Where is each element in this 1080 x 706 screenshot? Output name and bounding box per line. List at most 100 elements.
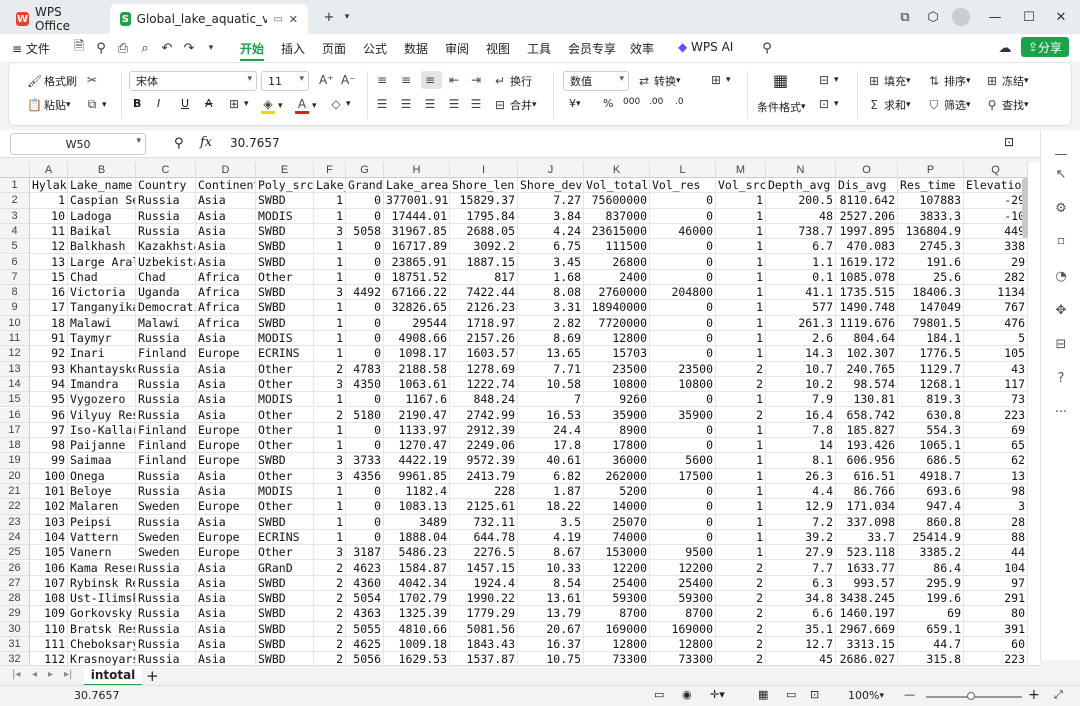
table-cell[interactable]: 3.5: [518, 514, 584, 530]
table-cell[interactable]: Finland: [136, 346, 196, 362]
table-cell[interactable]: Asia: [196, 606, 256, 622]
table-cell[interactable]: 1990.22: [450, 591, 518, 607]
table-cell[interactable]: Other: [256, 376, 314, 393]
table-cell[interactable]: 10.7: [766, 361, 836, 377]
table-cell[interactable]: 4625: [346, 637, 384, 653]
table-cell[interactable]: 577: [766, 300, 836, 316]
table-cell[interactable]: 27.9: [766, 545, 836, 561]
header-cell[interactable]: Shore_dev: [518, 178, 584, 194]
table-cell[interactable]: 104: [30, 529, 68, 546]
table-cell[interactable]: 1490.748: [836, 300, 898, 316]
table-cell[interactable]: 0: [346, 269, 384, 286]
menu-member[interactable]: 会员专享: [568, 40, 616, 57]
table-cell[interactable]: Asia: [196, 254, 256, 270]
table-cell[interactable]: Europe: [196, 438, 256, 454]
table-cell[interactable]: Russia: [136, 331, 196, 347]
table-cell[interactable]: 99: [30, 453, 68, 469]
align-center-button[interactable]: ☰: [399, 97, 416, 111]
row-header[interactable]: 28: [0, 591, 30, 607]
column-header-l[interactable]: L: [650, 162, 716, 178]
table-cell[interactable]: 1: [314, 300, 346, 316]
chart-icon[interactable]: ◔: [1051, 266, 1071, 286]
header-cell[interactable]: Elevation: [964, 178, 1028, 194]
table-cell[interactable]: Russia: [136, 560, 196, 576]
table-cell[interactable]: 1: [716, 392, 766, 408]
table-cell[interactable]: 0: [346, 422, 384, 439]
table-cell[interactable]: 1603.57: [450, 346, 518, 362]
table-cell[interactable]: 1: [716, 346, 766, 362]
number-format-select[interactable]: 数值 ▾: [563, 71, 629, 91]
table-cell[interactable]: 1.1: [766, 254, 836, 270]
table-cell[interactable]: 2: [314, 637, 346, 653]
column-header-c[interactable]: C: [136, 162, 196, 178]
table-cell[interactable]: 3733: [346, 453, 384, 469]
table-cell[interactable]: 1: [314, 392, 346, 408]
table-cell[interactable]: 110: [30, 621, 68, 637]
table-cell[interactable]: 0: [650, 239, 716, 255]
new-tab-icon[interactable]: +: [320, 8, 338, 26]
table-cell[interactable]: 0: [650, 269, 716, 286]
table-cell[interactable]: 616.51: [836, 468, 898, 484]
table-cell[interactable]: Large Aral: [68, 254, 136, 270]
table-cell[interactable]: 17: [30, 300, 68, 316]
table-cell[interactable]: 100: [30, 468, 68, 484]
table-cell[interactable]: 4.19: [518, 529, 584, 546]
table-cell[interactable]: 2688.05: [450, 223, 518, 240]
table-cell[interactable]: 20.67: [518, 621, 584, 637]
table-cell[interactable]: 1: [314, 484, 346, 500]
table-cell[interactable]: 1: [716, 545, 766, 561]
table-cell[interactable]: 17444.01: [384, 208, 450, 224]
table-cell[interactable]: 291: [964, 591, 1028, 607]
table-cell[interactable]: Russia: [136, 361, 196, 377]
table-cell[interactable]: 1: [30, 193, 68, 209]
row-header[interactable]: 13: [0, 361, 30, 377]
distribute-button[interactable]: ☰: [469, 97, 486, 111]
table-cell[interactable]: 606.956: [836, 453, 898, 469]
row-header[interactable]: 31: [0, 637, 30, 653]
book-icon[interactable]: ⊟: [1051, 334, 1071, 354]
undo-icon[interactable]: ↶: [158, 39, 176, 57]
table-cell[interactable]: 3: [314, 285, 346, 301]
table-cell[interactable]: Taymyr: [68, 331, 136, 347]
table-cell[interactable]: 1: [314, 269, 346, 286]
table-cell[interactable]: Other: [256, 422, 314, 439]
row-header[interactable]: 22: [0, 499, 30, 515]
table-cell[interactable]: 44.7: [898, 637, 964, 653]
header-cell[interactable]: Dis_avg: [836, 178, 898, 194]
table-cell[interactable]: 3.31: [518, 300, 584, 316]
row-header[interactable]: 25: [0, 545, 30, 561]
table-cell[interactable]: 1: [314, 193, 346, 209]
table-cell[interactable]: 16.53: [518, 407, 584, 423]
column-header-h[interactable]: H: [384, 162, 450, 178]
table-cell[interactable]: 36000: [584, 453, 650, 469]
table-cell[interactable]: 2: [716, 621, 766, 637]
row-header[interactable]: 5: [0, 239, 30, 255]
table-cell[interactable]: 1: [314, 438, 346, 454]
table-cell[interactable]: 1: [716, 331, 766, 347]
table-cell[interactable]: 0: [346, 239, 384, 255]
table-cell[interactable]: 2527.206: [836, 208, 898, 224]
table-cell[interactable]: 0: [346, 499, 384, 515]
table-cell[interactable]: 204800: [650, 285, 716, 301]
table-cell[interactable]: Other: [256, 361, 314, 377]
table-cell[interactable]: 12200: [584, 560, 650, 576]
table-cell[interactable]: Asia: [196, 223, 256, 240]
table-cell[interactable]: 92: [30, 346, 68, 362]
menu-formula[interactable]: 公式: [363, 40, 387, 57]
table-cell[interactable]: Baikal: [68, 223, 136, 240]
table-cell[interactable]: 1133.97: [384, 422, 450, 439]
table-cell[interactable]: 10.2: [766, 376, 836, 393]
table-cell[interactable]: 79801.5: [898, 315, 964, 331]
table-cell[interactable]: 1: [716, 285, 766, 301]
table-cell[interactable]: 2: [314, 575, 346, 592]
table-cell[interactable]: 169000: [650, 621, 716, 637]
row-header[interactable]: 23: [0, 514, 30, 530]
table-cell[interactable]: 0: [650, 514, 716, 530]
table-cell[interactable]: 67166.22: [384, 285, 450, 301]
file-menu[interactable]: ≡ 文件: [12, 40, 50, 57]
table-cell[interactable]: 5054: [346, 591, 384, 607]
table-cell[interactable]: 7: [518, 392, 584, 408]
table-cell[interactable]: Russia: [136, 193, 196, 209]
row-header[interactable]: 9: [0, 300, 30, 316]
table-cell[interactable]: 1: [716, 239, 766, 255]
